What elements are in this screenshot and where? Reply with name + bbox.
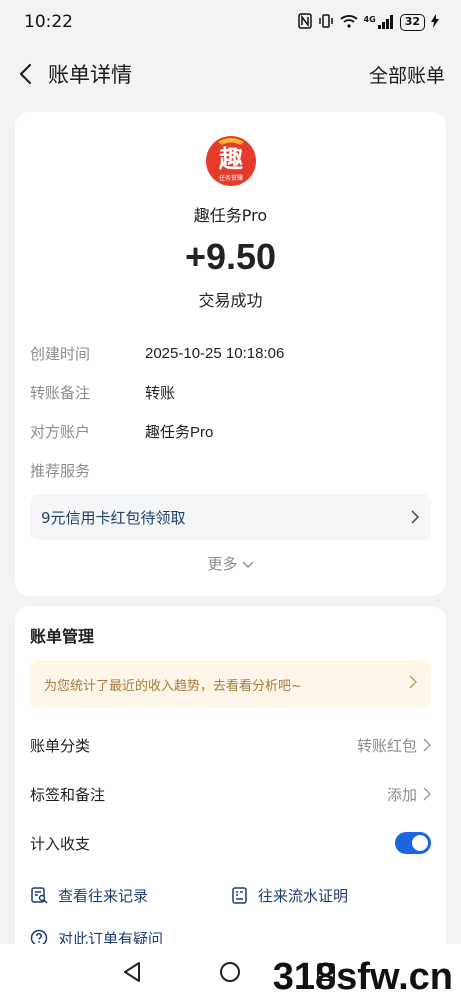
count-income-toggle[interactable] [395, 832, 431, 854]
status-bar: 10:22 4G 32 [0, 0, 461, 44]
row-value: 添加 [387, 784, 431, 805]
nav-left: 账单详情 [14, 59, 132, 89]
merchant-name: 趣任务Pro [193, 206, 268, 225]
bill-category-row[interactable]: 账单分类 转账红包 [30, 732, 431, 758]
row-label: 标签和备注 [30, 785, 106, 804]
transaction-amount: +9.50 [184, 236, 277, 277]
more-button[interactable]: 更多 [15, 553, 446, 574]
detail-value: 转账 [145, 384, 176, 402]
page-title: 账单详情 [48, 63, 132, 87]
merchant-logo-char: 趣 [218, 145, 244, 173]
chevron-right-icon [423, 738, 431, 752]
section-title: 账单管理 [30, 627, 95, 646]
document-search-icon [30, 886, 48, 904]
detail-row-remark: 转账备注 转账 [30, 380, 431, 404]
income-trend-tip[interactable]: 为您统计了最近的收入趋势，去看看分析吧~ [30, 660, 431, 708]
toggle-knob [412, 835, 428, 851]
detail-label: 转账备注 [30, 383, 91, 402]
view-history-link[interactable]: 查看往来记录 [30, 885, 230, 906]
charging-icon [431, 13, 439, 31]
network-type: 4G [363, 15, 376, 24]
merchant-logo: 趣 任务赏赚 [205, 136, 256, 186]
battery-level: 32 [399, 13, 425, 31]
tags-notes-row[interactable]: 标签和备注 添加 [30, 781, 431, 807]
statement-icon [230, 886, 248, 904]
nav-bar: 账单详情 全部账单 [0, 44, 461, 104]
detail-label: 创建时间 [30, 344, 91, 363]
nfc-icon [297, 12, 312, 32]
back-icon[interactable] [14, 63, 36, 85]
wifi-icon [339, 14, 358, 31]
links-row-1: 查看往来记录 往来流水证明 [30, 883, 431, 907]
promo-text: 9元信用卡红包待领取 [41, 508, 186, 527]
home-circle-icon[interactable] [216, 958, 244, 986]
transaction-proof-link[interactable]: 往来流水证明 [230, 885, 348, 906]
add-tag-value: 添加 [386, 785, 417, 804]
transaction-status: 交易成功 [198, 291, 263, 310]
bill-category-value: 转账红包 [356, 736, 417, 755]
transaction-proof-label: 往来流水证明 [258, 886, 349, 905]
all-bills-link[interactable]: 全部账单 [369, 61, 445, 88]
chevron-right-icon [409, 675, 417, 693]
back-triangle-icon[interactable] [118, 958, 146, 986]
status-icons: 4G 32 [297, 12, 439, 32]
credit-card-promo[interactable]: 9元信用卡红包待领取 [30, 494, 431, 540]
chevron-down-icon [242, 555, 254, 573]
more-label: 更多 [207, 555, 238, 573]
detail-label: 推荐服务 [30, 461, 91, 480]
detail-value: 2025-10-25 10:18:06 [145, 344, 285, 362]
status-time: 10:22 [24, 12, 73, 32]
detail-label: 对方账户 [30, 422, 91, 441]
row-label: 计入收支 [30, 834, 91, 853]
chevron-right-icon [423, 787, 431, 801]
detail-row-created-time: 创建时间 2025-10-25 10:18:06 [30, 341, 431, 365]
row-label: 账单分类 [30, 736, 91, 755]
detail-row-counterparty: 对方账户 趣任务Pro [30, 419, 431, 443]
signal-icon: 4G [364, 15, 394, 29]
watermark-text: 318sfw.cn [272, 956, 453, 998]
detail-value: 趣任务Pro [145, 423, 214, 441]
vibrate-icon [318, 13, 334, 32]
chevron-right-icon [411, 510, 419, 524]
tip-text: 为您统计了最近的收入趋势，去看看分析吧~ [44, 678, 302, 694]
view-history-label: 查看往来记录 [58, 886, 149, 905]
bill-management-card: 账单管理 为您统计了最近的收入趋势，去看看分析吧~ 账单分类 转账红包 标签和备… [15, 606, 446, 951]
detail-row-recommended: 推荐服务 [30, 458, 431, 482]
row-value: 转账红包 [357, 735, 431, 756]
transaction-card: 趣 任务赏赚 趣任务Pro +9.50 交易成功 创建时间 2025-10-25… [15, 112, 446, 596]
count-income-expense-row: 计入收支 [30, 830, 431, 856]
merchant-logo-caption: 任务赏赚 [218, 174, 242, 182]
